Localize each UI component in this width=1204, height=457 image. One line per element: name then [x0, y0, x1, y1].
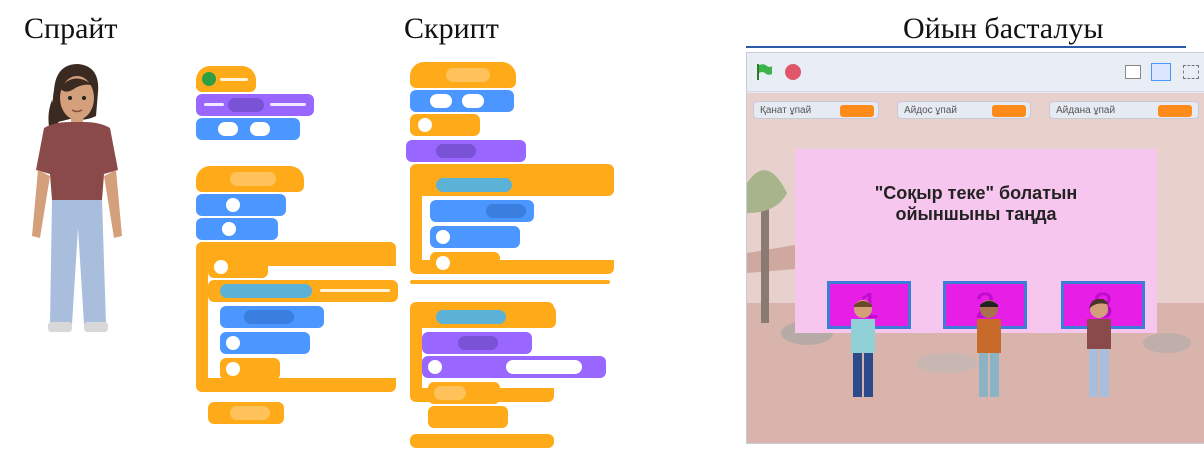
variable-monitor-2: Айдос ұпай	[897, 101, 1031, 119]
small-stage-icon[interactable]	[1125, 65, 1141, 79]
dialog-title: "Соқыр теке" болатын ойыншыны таңда	[874, 183, 1078, 224]
if-touching-block[interactable]	[208, 280, 398, 302]
sprite-panel	[14, 60, 134, 340]
think-block[interactable]	[422, 356, 606, 378]
if-key-block[interactable]	[418, 174, 614, 196]
motion-inner-3[interactable]	[430, 200, 534, 222]
variable-monitor-3: Айдана ұпай	[1049, 101, 1199, 119]
if-else-bottom-bar	[410, 434, 554, 448]
when-flag-clicked-block[interactable]	[196, 66, 256, 92]
script-caption: Скрипт	[404, 12, 499, 45]
motion-block-1[interactable]	[196, 194, 286, 216]
stage-canvas: Қанат ұпай Айдос ұпай Айдана ұпай "Соқыр…	[747, 93, 1204, 443]
stage-toolbar	[747, 53, 1204, 92]
girl-sprite-image	[32, 64, 122, 332]
repeat-bottom-bar	[410, 280, 610, 284]
wait-inner-block[interactable]	[430, 252, 500, 274]
wait-block[interactable]	[410, 114, 480, 136]
if-sensing-block[interactable]	[416, 306, 556, 328]
go-to-xy-block[interactable]	[196, 118, 300, 140]
caption-underline	[746, 46, 1186, 48]
girl-sprite-2	[1087, 299, 1111, 397]
sprite-caption: Спрайт	[24, 12, 118, 45]
broadcast-block[interactable]	[428, 406, 508, 428]
motion-block-2[interactable]	[196, 218, 278, 240]
normal-stage-icon[interactable]	[1151, 63, 1171, 81]
inner-wait-block[interactable]	[220, 358, 280, 380]
stop-icon[interactable]	[785, 64, 801, 80]
variable-value-2	[992, 105, 1026, 117]
variable-label-1: Қанат ұпай	[760, 105, 812, 116]
stage-panel: Қанат ұпай Айдос ұпай Айдана ұпай "Соқыр…	[746, 52, 1204, 444]
game-start-caption: Ойын басталуы	[903, 12, 1104, 45]
inner-motion-block-2[interactable]	[220, 332, 310, 354]
motion-inner-4[interactable]	[430, 226, 520, 248]
green-flag-icon[interactable]	[755, 63, 773, 81]
inner-motion-block[interactable]	[220, 306, 324, 328]
switch-costume-block[interactable]	[196, 94, 314, 116]
fullscreen-icon[interactable]	[1183, 65, 1199, 79]
script-area	[190, 56, 618, 456]
end-block[interactable]	[208, 402, 284, 424]
when-received-block[interactable]	[196, 166, 304, 192]
variable-monitor-1: Қанат ұпай	[753, 101, 879, 119]
variable-label-3: Айдана ұпай	[1056, 105, 1116, 116]
wait-block-3[interactable]	[428, 382, 500, 404]
variable-value-3	[1158, 105, 1192, 117]
inner-event-block[interactable]	[208, 256, 268, 278]
green-flag-icon	[202, 72, 216, 86]
variable-value-1	[840, 105, 874, 117]
say-block[interactable]	[406, 140, 526, 162]
glide-block[interactable]	[410, 90, 514, 112]
boy-sprite-1	[851, 300, 875, 397]
switch-costume-block-2[interactable]	[422, 332, 532, 354]
when-received-block-2[interactable]	[410, 62, 516, 88]
boy-sprite-2	[977, 300, 1001, 397]
variable-label-2: Айдос ұпай	[904, 105, 957, 116]
